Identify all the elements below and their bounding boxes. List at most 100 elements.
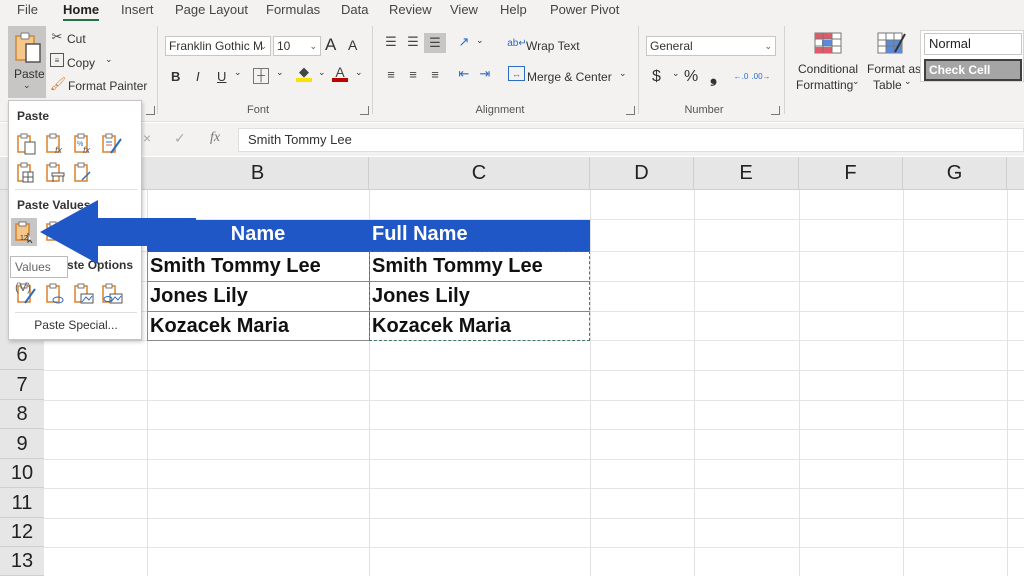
- row-header-6[interactable]: 6: [0, 340, 44, 370]
- tab-help[interactable]: Help: [500, 2, 527, 17]
- tab-insert[interactable]: Insert: [121, 2, 154, 17]
- row-header-12[interactable]: 12: [0, 518, 44, 547]
- paste-icon[interactable]: [16, 133, 38, 155]
- decrease-indent-icon[interactable]: ⇤: [455, 66, 473, 82]
- cell-border: [147, 311, 370, 341]
- decrease-decimal-icon[interactable]: .00→: [751, 67, 770, 85]
- insert-function-icon[interactable]: fx: [210, 130, 220, 146]
- copy-button[interactable]: Copy: [67, 56, 95, 70]
- chevron-down-icon: ⌄: [309, 41, 317, 51]
- clipboard-launcher-icon[interactable]: [146, 106, 155, 115]
- font-size-dropdown[interactable]: 10 ⌄: [273, 36, 321, 56]
- wrap-text-button[interactable]: Wrap Text: [526, 39, 580, 53]
- paste-special-button[interactable]: Paste Special...: [9, 318, 143, 332]
- bold-button[interactable]: B: [171, 69, 180, 84]
- align-left-icon[interactable]: ≡: [382, 66, 400, 82]
- increase-decimal-icon[interactable]: ←.0: [732, 67, 750, 85]
- underline-button[interactable]: U: [217, 69, 226, 84]
- currency-button[interactable]: $: [652, 68, 661, 86]
- tab-view[interactable]: View: [450, 2, 478, 17]
- number-format-dropdown[interactable]: General ⌄: [646, 36, 776, 56]
- tab-review[interactable]: Review: [389, 2, 432, 17]
- paste-no-borders-icon[interactable]: [16, 162, 38, 184]
- paste-linked-picture-icon[interactable]: [101, 283, 123, 305]
- row-header-9[interactable]: 9: [0, 429, 44, 459]
- decrease-font-size-button[interactable]: A: [348, 37, 357, 53]
- copy-dropdown-icon[interactable]: ⌄: [105, 54, 113, 65]
- cut-button[interactable]: Cut: [67, 32, 86, 46]
- chevron-down-icon[interactable]: ⌄: [355, 67, 363, 78]
- gridline: [44, 547, 1024, 548]
- increase-font-size-button[interactable]: A: [325, 35, 336, 55]
- paste-picture-icon[interactable]: [73, 283, 95, 305]
- number-launcher-icon[interactable]: [771, 106, 780, 115]
- comma-style-button[interactable]: ❟: [710, 66, 717, 87]
- header-cell-full-name[interactable]: Full Name: [369, 220, 590, 252]
- conditional-formatting-label-2[interactable]: Formatting: [796, 78, 853, 92]
- row-header-11[interactable]: 11: [0, 488, 44, 518]
- annotation-arrow-icon: [40, 200, 196, 264]
- paste-keep-formatting-icon[interactable]: [101, 133, 123, 155]
- merge-center-button[interactable]: Merge & Center: [527, 70, 612, 84]
- borders-icon[interactable]: ┼: [253, 68, 269, 84]
- tab-file[interactable]: File: [17, 2, 38, 17]
- column-header-c[interactable]: C: [369, 157, 590, 190]
- menu-divider: [15, 312, 137, 313]
- percent-button[interactable]: %: [684, 68, 698, 86]
- paste-formulas-number-format-icon[interactable]: %fx: [73, 133, 95, 155]
- chevron-down-icon[interactable]: ⌄: [852, 76, 860, 87]
- chevron-down-icon[interactable]: ⌄: [318, 67, 326, 78]
- top-align-icon[interactable]: ☰: [382, 34, 400, 50]
- increase-indent-icon[interactable]: ⇥: [476, 66, 494, 82]
- align-right-icon[interactable]: ≡: [426, 66, 444, 82]
- tab-home[interactable]: Home: [63, 2, 100, 21]
- column-header-d[interactable]: D: [590, 157, 694, 190]
- font-color-icon[interactable]: A: [332, 64, 348, 82]
- tab-formulas[interactable]: Formulas: [266, 2, 320, 17]
- middle-align-icon[interactable]: ☰: [404, 34, 422, 50]
- tab-power-pivot[interactable]: Power Pivot: [550, 2, 619, 17]
- chevron-down-icon[interactable]: ⌄: [619, 68, 627, 79]
- paste-link-icon[interactable]: [45, 283, 67, 305]
- chevron-down-icon[interactable]: ⌄: [904, 76, 912, 87]
- conditional-formatting-label-1[interactable]: Conditional: [798, 62, 858, 76]
- alignment-launcher-icon[interactable]: [626, 106, 635, 115]
- chevron-down-icon[interactable]: ⌄: [672, 68, 680, 79]
- chevron-down-icon[interactable]: ⌄: [276, 67, 284, 78]
- chevron-down-icon[interactable]: ⌄: [234, 67, 242, 78]
- font-launcher-icon[interactable]: [360, 106, 369, 115]
- column-header-e[interactable]: E: [694, 157, 799, 190]
- enter-icon[interactable]: ✓: [174, 130, 186, 147]
- svg-text:12: 12: [20, 235, 28, 242]
- format-as-table-label-2[interactable]: Table: [873, 78, 902, 92]
- font-name-dropdown[interactable]: Franklin Gothic M ⌄: [165, 36, 271, 56]
- ribbon: Paste ⌄ ✂ Cut ≡ Copy ⌄ 🖌 Format Painter …: [0, 22, 1024, 122]
- tab-page-layout[interactable]: Page Layout: [175, 2, 248, 17]
- fill-color-icon[interactable]: ◆: [296, 64, 312, 82]
- tab-data[interactable]: Data: [341, 2, 368, 17]
- paste-button[interactable]: Paste ⌄: [8, 26, 46, 98]
- row-header-10[interactable]: 10: [0, 459, 44, 488]
- row-header-8[interactable]: 8: [0, 400, 44, 429]
- column-header-f[interactable]: F: [799, 157, 903, 190]
- format-painter-button[interactable]: Format Painter: [68, 79, 147, 93]
- bottom-align-icon[interactable]: ☰: [424, 33, 446, 53]
- formula-input[interactable]: Smith Tommy Lee: [238, 128, 1024, 152]
- gridline: [44, 400, 1024, 401]
- column-header-g[interactable]: G: [903, 157, 1007, 190]
- cancel-icon[interactable]: ×: [143, 130, 151, 146]
- column-header-b[interactable]: B: [147, 157, 369, 190]
- chevron-down-icon[interactable]: ⌄: [476, 35, 484, 46]
- align-center-icon[interactable]: ≡: [404, 66, 422, 82]
- paste-transpose-icon[interactable]: [73, 162, 95, 184]
- row-header-13[interactable]: 13: [0, 547, 44, 576]
- style-check-cell[interactable]: Check Cell: [924, 59, 1022, 81]
- paste-formulas-icon[interactable]: fx: [45, 133, 67, 155]
- style-normal[interactable]: Normal: [924, 33, 1022, 55]
- format-as-table-label-1[interactable]: Format as: [867, 62, 921, 76]
- italic-button[interactable]: I: [196, 69, 200, 84]
- row-header-7[interactable]: 7: [0, 370, 44, 400]
- paste-keep-column-widths-icon[interactable]: [45, 162, 67, 184]
- paste-values-button[interactable]: 12: [11, 218, 37, 246]
- orientation-icon[interactable]: ↗: [455, 34, 473, 50]
